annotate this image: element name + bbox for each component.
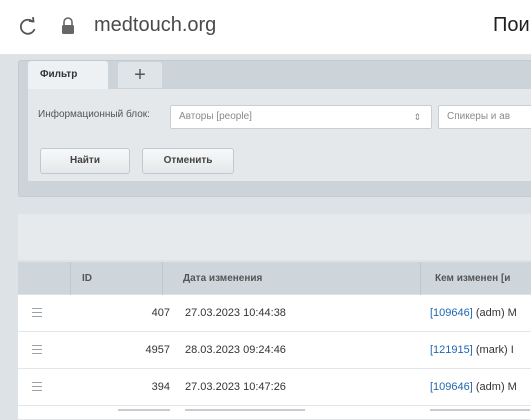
url-text[interactable]: medtouch.org	[94, 14, 216, 37]
partial-text	[185, 409, 305, 411]
cell-id: 4957	[145, 344, 170, 356]
infoblock-select[interactable]: Авторы [people] ⇕	[170, 105, 432, 129]
infoblock-select-value: Авторы [people]	[179, 111, 252, 122]
cell-modified-by: [121915] (mark) I	[430, 344, 514, 356]
second-select[interactable]: Спикеры и ав	[438, 105, 531, 129]
row-menu-icon[interactable]	[32, 382, 42, 391]
column-header-date[interactable]: Дата изменения	[183, 273, 262, 284]
cell-id: 407	[151, 307, 170, 319]
user-name: (adm) M	[472, 307, 517, 319]
cell-date: 28.03.2023 09:24:46	[185, 344, 286, 356]
cell-modified-by: [109646] (adm) M	[430, 307, 517, 319]
infoblock-label: Информационный блок:	[38, 109, 150, 120]
table-row[interactable]: 4957 28.03.2023 09:24:46 [121915] (mark)…	[18, 332, 531, 369]
find-button[interactable]: Найти	[40, 148, 130, 174]
column-header-id[interactable]: ID	[82, 273, 92, 284]
table-row-partial[interactable]	[18, 406, 531, 420]
cell-id: 394	[151, 381, 170, 393]
user-name: (adm) M	[472, 381, 517, 393]
cell-modified-by: [109646] (adm) M	[430, 381, 517, 393]
partial-text	[430, 409, 530, 411]
user-link[interactable]: [109646]	[430, 307, 473, 319]
user-link[interactable]: [109646]	[430, 381, 473, 393]
user-link[interactable]: [121915]	[430, 344, 473, 356]
partial-text	[118, 409, 170, 411]
table-row[interactable]: 407 27.03.2023 10:44:38 [109646] (adm) M	[18, 295, 531, 332]
cell-date: 27.03.2023 10:44:38	[185, 307, 286, 319]
user-name: (mark) I	[472, 344, 514, 356]
reload-icon[interactable]	[18, 17, 38, 37]
add-tab-button[interactable]: +	[118, 62, 162, 88]
row-menu-icon[interactable]	[32, 345, 42, 354]
grid-toolbar	[18, 214, 531, 260]
lock-icon[interactable]	[60, 17, 76, 35]
tab-filter[interactable]: Фильтр	[28, 61, 108, 89]
table-row[interactable]: 394 27.03.2023 10:47:26 [109646] (adm) M	[18, 369, 531, 406]
cell-date: 27.03.2023 10:47:26	[185, 381, 286, 393]
browser-address-bar: medtouch.org Пои	[0, 0, 531, 55]
column-header-modified-by[interactable]: Кем изменен [и	[435, 273, 510, 284]
second-select-value: Спикеры и ав	[447, 111, 511, 122]
row-menu-icon[interactable]	[32, 308, 42, 317]
page-title: Пои	[493, 14, 530, 36]
updown-arrow-icon: ⇕	[413, 112, 421, 122]
cancel-button[interactable]: Отменить	[142, 148, 234, 174]
